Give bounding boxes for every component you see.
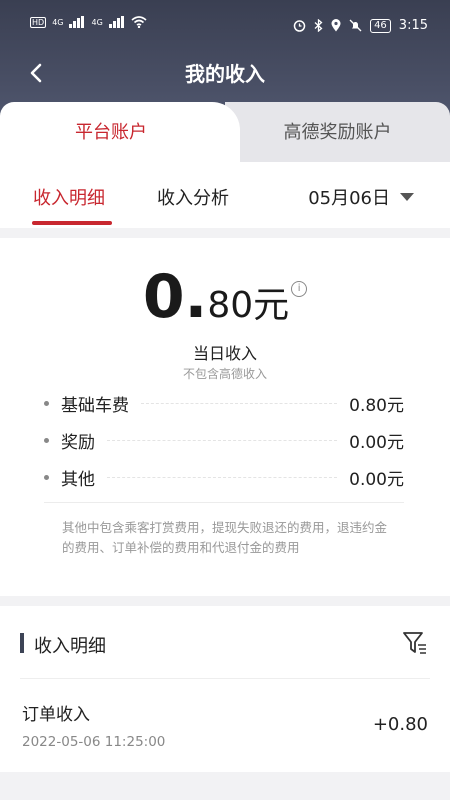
- leader-line: [107, 439, 338, 441]
- network-label: 4G: [52, 17, 64, 27]
- leader-line: [107, 476, 338, 478]
- subtab-income-analysis[interactable]: 收入分析: [157, 184, 229, 210]
- breakdown-label: 奖励: [61, 432, 95, 453]
- date-label: 05月06日: [308, 188, 390, 209]
- status-left: HD 4G 4G: [30, 16, 147, 28]
- page-title: 我的收入: [185, 62, 265, 86]
- status-time: 3:15: [398, 18, 428, 33]
- divider: [44, 502, 404, 503]
- bullet: [44, 400, 49, 406]
- bullet: [44, 437, 49, 443]
- daily-amount: 0.80元 i: [0, 262, 450, 332]
- breakdown-row-reward: 奖励 0.00元: [44, 428, 404, 453]
- signal-icon: [69, 16, 85, 28]
- hd-badge: HD: [30, 16, 47, 28]
- date-selector[interactable]: 05月06日: [308, 184, 414, 210]
- subtab-income-detail[interactable]: 收入明细: [33, 184, 105, 210]
- location-icon: [331, 19, 341, 32]
- amount-decimal: 80元: [207, 285, 290, 326]
- tab-platform-account[interactable]: 平台账户: [0, 102, 240, 164]
- filter-button[interactable]: [402, 630, 428, 656]
- income-item-title: 订单收入: [22, 705, 90, 725]
- divider: [20, 678, 430, 679]
- income-item-amount: +0.80: [372, 714, 428, 735]
- network-label-2: 4G: [91, 17, 103, 27]
- wifi-icon: [131, 16, 147, 28]
- breakdown-row-other: 其他 0.00元: [44, 465, 404, 490]
- breakdown-value: 0.00元: [349, 432, 404, 453]
- breakdown-value: 0.80元: [349, 395, 404, 416]
- breakdown-label: 其他: [61, 469, 95, 490]
- signal-icon-2: [108, 16, 125, 28]
- income-item-time: 2022-05-06 11:25:00: [22, 734, 166, 750]
- bluetooth-icon: [314, 19, 323, 32]
- breakdown-value: 0.00元: [349, 469, 404, 490]
- sub-navigation: 收入明细 收入分析 05月06日: [0, 162, 450, 228]
- alarm-icon: [293, 20, 306, 32]
- daily-summary-card: 0.80元 i 当日收入 不包含高德收入 基础车费 0.80元 奖励 0.00元 …: [0, 238, 450, 596]
- status-bar: HD 4G 4G 46 3:15: [0, 0, 450, 48]
- filter-icon: [403, 632, 426, 654]
- breakdown-label: 基础车费: [61, 395, 129, 416]
- status-right: 46 3:15: [293, 18, 428, 33]
- amount-integer: 0.: [142, 262, 208, 332]
- battery-indicator: 46: [370, 18, 391, 33]
- income-detail-card: 收入明细 订单收入 2022-05-06 11:25:00 +0.80: [0, 606, 450, 772]
- daily-income-label: 当日收入: [192, 344, 257, 363]
- leader-line: [141, 402, 338, 404]
- tab-amap-reward-account[interactable]: 高德奖励账户: [225, 102, 450, 164]
- section-title: 收入明细: [34, 636, 106, 657]
- info-icon[interactable]: i: [291, 281, 308, 297]
- other-income-note: 其他中包含乘客打赏费用，提现失败退还的费用，退违约金的费用、订单补偿的费用和代退…: [62, 520, 388, 555]
- mute-icon: [349, 19, 362, 32]
- breakdown-row-base-fare: 基础车费 0.80元: [44, 391, 404, 416]
- section-accent-bar: [20, 633, 24, 653]
- daily-income-sublabel: 不包含高德收入: [182, 367, 267, 381]
- dropdown-triangle-icon: [400, 193, 414, 201]
- active-tab-indicator: [32, 221, 112, 225]
- bullet: [44, 474, 49, 480]
